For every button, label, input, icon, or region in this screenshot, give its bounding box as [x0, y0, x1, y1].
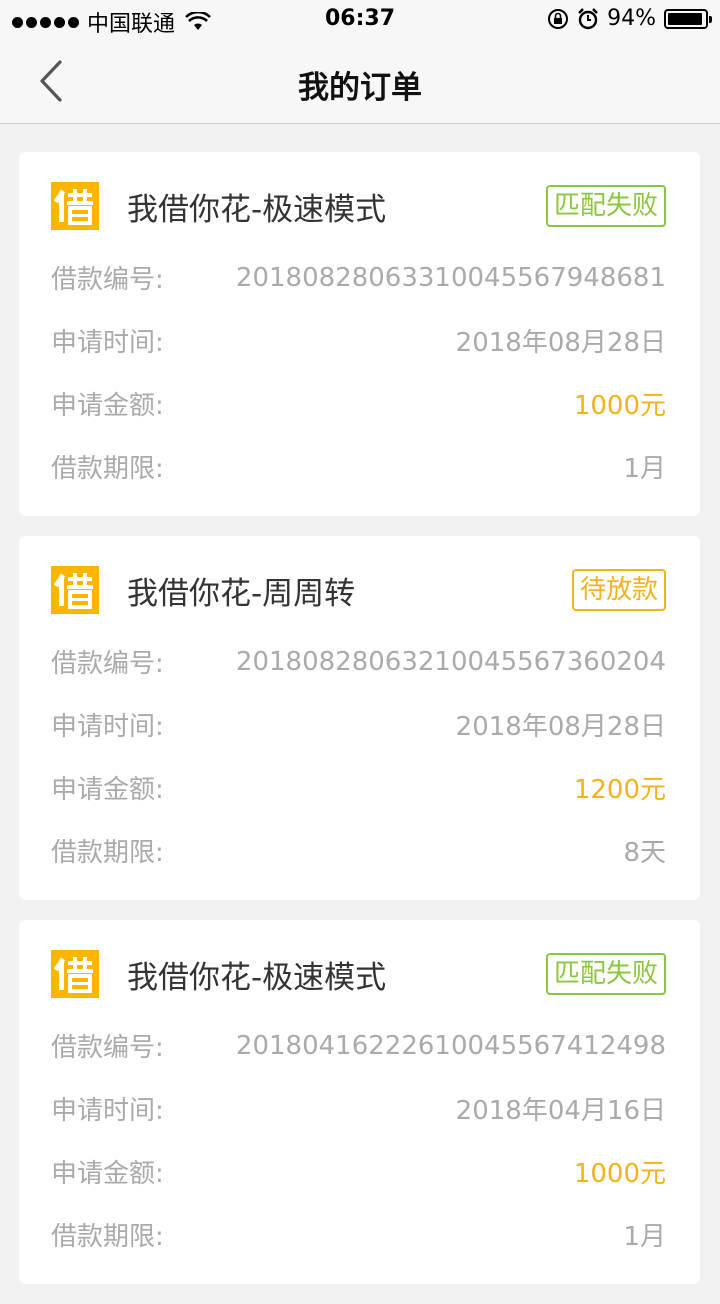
detail-label: 借款编号:: [51, 265, 164, 295]
jie-logo-icon: [53, 189, 93, 225]
order-header: 我借你花-极速模式 匹配失败: [51, 950, 666, 998]
order-detail-row: 申请时间: 2018年08月28日: [51, 309, 666, 372]
alarm-icon: [578, 7, 598, 29]
detail-label: 申请时间:: [51, 712, 164, 742]
order-detail-row: 申请时间: 2018年04月16日: [51, 1077, 666, 1140]
order-header: 我借你花-极速模式 匹配失败: [51, 182, 666, 230]
detail-label: 借款期限:: [51, 838, 164, 868]
detail-label: 申请时间:: [51, 1096, 164, 1126]
detail-value: 1200元: [573, 775, 666, 805]
page-title: 我的订单: [298, 70, 422, 106]
battery-icon: [664, 8, 712, 29]
detail-value: 2018年08月28日: [455, 328, 666, 358]
order-detail-row: 申请金额: 1000元: [51, 1140, 666, 1203]
detail-label: 借款编号:: [51, 649, 164, 679]
order-card[interactable]: 我借你花-周周转 待放款 借款编号: 201808280632100455673…: [19, 536, 700, 900]
detail-value: 1000元: [573, 1159, 666, 1189]
order-card[interactable]: 我借你花-极速模式 匹配失败 借款编号: 2018082806331004556…: [19, 152, 700, 516]
detail-value: 2018082806331004556794868​1: [235, 262, 666, 293]
detail-value: 1000元: [573, 391, 666, 421]
status-badge: 待放款: [571, 569, 666, 611]
detail-value: 20180416222610045567412498: [235, 1030, 666, 1061]
detail-value: 1月: [623, 1222, 666, 1252]
order-detail-row: 申请时间: 2018年08月28日: [51, 693, 666, 756]
order-detail-row: 借款期限: 1月: [51, 1203, 666, 1266]
detail-value: 20180828063210045567360204: [235, 646, 666, 677]
detail-value: 2018年08月28日: [455, 712, 666, 742]
order-detail-row: 借款编号: 20180828063210045567360204: [51, 630, 666, 693]
detail-value: 2018年04月16日: [455, 1096, 666, 1126]
detail-label: 借款编号:: [51, 1033, 164, 1063]
order-detail-row: 借款编号: 20180416222610045567412498: [51, 1014, 666, 1077]
detail-label: 借款期限:: [51, 1222, 164, 1252]
order-detail-row: 借款期限: 1月: [51, 435, 666, 498]
order-header: 我借你花-周周转 待放款: [51, 566, 666, 614]
product-logo: [51, 566, 99, 614]
detail-label: 申请金额:: [51, 391, 164, 421]
order-detail-row: 申请金额: 1000元: [51, 372, 666, 435]
product-name: 我借你花-极速模式: [127, 959, 387, 996]
status-bar: 中国联通 06:37 94%: [0, 0, 720, 40]
order-detail-row: 借款编号: 2018082806331004556794868​1: [51, 246, 666, 309]
status-badge: 匹配失败: [545, 953, 666, 995]
product-logo: [51, 950, 99, 998]
jie-logo-icon: [53, 957, 93, 993]
rotation-lock-icon: [548, 8, 569, 29]
detail-label: 申请金额:: [51, 1159, 164, 1189]
order-detail-row: 借款期限: 8天: [51, 819, 666, 882]
order-detail-row: 申请金额: 1200元: [51, 756, 666, 819]
detail-label: 申请时间:: [51, 328, 164, 358]
product-name: 我借你花-周周转: [127, 575, 356, 612]
order-card[interactable]: 我借你花-极速模式 匹配失败 借款编号: 2018041622261004556…: [19, 920, 700, 1284]
detail-value: 1月: [623, 454, 666, 484]
battery-percent: 94%: [607, 6, 656, 31]
product-logo: [51, 182, 99, 230]
product-name: 我借你花-极速模式: [127, 191, 387, 228]
jie-logo-icon: [53, 573, 93, 609]
order-list: 我借你花-极速模式 匹配失败 借款编号: 2018082806331004556…: [19, 152, 700, 1304]
detail-label: 借款期限:: [51, 454, 164, 484]
detail-label: 申请金额:: [51, 775, 164, 805]
status-badge: 匹配失败: [545, 185, 666, 227]
detail-value: 8天: [623, 838, 666, 868]
navigation-bar: 我的订单: [0, 40, 720, 124]
